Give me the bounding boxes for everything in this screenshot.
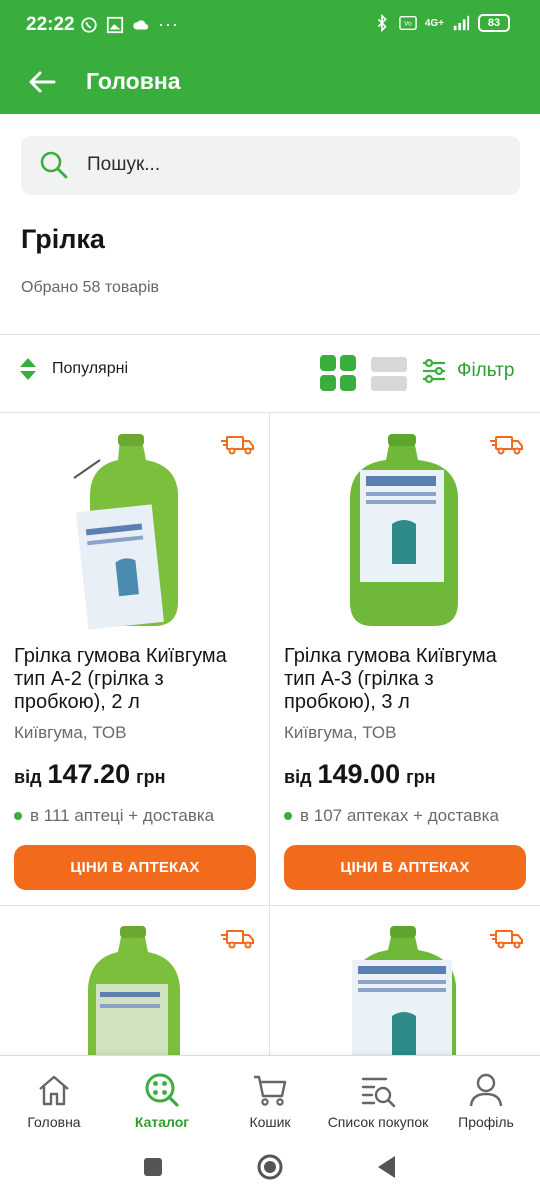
delivery-truck-icon bbox=[221, 436, 254, 455]
filter-label: Фільтр bbox=[457, 360, 515, 381]
nav-label: Головна bbox=[27, 1114, 81, 1130]
price-currency: грн bbox=[136, 767, 166, 787]
product-image[interactable] bbox=[70, 432, 200, 632]
delivery-truck-icon bbox=[221, 930, 254, 949]
price-prefix: від bbox=[284, 767, 312, 787]
nav-label: Каталог bbox=[134, 1114, 190, 1130]
nav-cart[interactable]: Кошик bbox=[240, 1070, 300, 1130]
back-triangle-icon[interactable] bbox=[375, 1154, 399, 1180]
nav-home[interactable]: Головна bbox=[22, 1070, 86, 1130]
profile-icon bbox=[469, 1073, 503, 1107]
nav-catalog[interactable]: Каталог bbox=[128, 1070, 196, 1130]
home-circle-icon[interactable] bbox=[256, 1153, 284, 1181]
image-icon bbox=[106, 16, 124, 33]
product-name[interactable]: Грілка гумова Київгума тип А-2 (грілка з… bbox=[14, 645, 254, 714]
product-count: Обрано 58 товарів bbox=[21, 279, 160, 296]
product-price: від 149.00 грн bbox=[284, 759, 435, 790]
back-arrow-icon[interactable] bbox=[24, 64, 60, 100]
nav-shopping-list[interactable]: Список покупок bbox=[322, 1070, 434, 1130]
search-input[interactable] bbox=[87, 148, 487, 182]
delivery-truck-icon bbox=[490, 436, 523, 455]
nav-label: Кошик bbox=[249, 1114, 291, 1130]
sort-icon bbox=[20, 358, 36, 380]
availability-dot bbox=[284, 812, 292, 820]
availability-dot bbox=[14, 812, 22, 820]
cart-icon bbox=[254, 1075, 287, 1106]
product-maker: Київгума, ТОВ bbox=[284, 723, 397, 742]
availability-text: в 107 аптеках + доставка bbox=[300, 806, 499, 825]
nav-label: Профіль bbox=[458, 1114, 514, 1130]
catalog-icon bbox=[145, 1073, 179, 1107]
viber-icon bbox=[81, 16, 97, 33]
product-name[interactable]: Грілка гумова Київгума тип А-3 (грілка з… bbox=[284, 645, 524, 714]
availability: в 111 аптеці + доставка bbox=[14, 806, 214, 826]
home-icon bbox=[39, 1075, 69, 1106]
grid-view-icon[interactable] bbox=[320, 355, 356, 391]
system-nav-bar bbox=[0, 1140, 540, 1200]
nav-profile[interactable]: Профіль bbox=[452, 1070, 520, 1130]
price-currency: грн bbox=[406, 767, 436, 787]
battery-icon: 83 bbox=[478, 14, 510, 32]
product-image[interactable] bbox=[70, 926, 200, 1055]
page-title: Грілка bbox=[21, 224, 105, 254]
product-card[interactable]: Грілка гумова Київгума тип А-2 (грілка з… bbox=[0, 412, 269, 905]
bluetooth-icon bbox=[377, 14, 387, 32]
divider bbox=[0, 334, 540, 335]
status-bar: 22:22 ··· Vo 4G+ 83 bbox=[0, 0, 540, 50]
svg-text:Vo: Vo bbox=[404, 21, 412, 28]
price-value: 149.00 bbox=[317, 759, 401, 789]
filter-sliders-icon bbox=[423, 358, 445, 384]
status-left-icons: ··· bbox=[80, 14, 179, 35]
nav-label: Список покупок bbox=[327, 1114, 429, 1130]
signal-icon bbox=[453, 15, 470, 31]
app-bar-title: Головна bbox=[86, 68, 181, 94]
sort-button[interactable]: Популярні bbox=[18, 356, 128, 382]
search-bar[interactable] bbox=[21, 136, 520, 195]
status-time: 22:22 bbox=[26, 14, 75, 35]
product-image[interactable] bbox=[338, 432, 468, 632]
status-right-icons: Vo 4G+ 83 bbox=[373, 14, 510, 32]
list-view-icon[interactable] bbox=[371, 357, 407, 391]
sort-label: Популярні bbox=[52, 360, 128, 377]
price-prefix: від bbox=[14, 767, 42, 787]
product-price: від 147.20 грн bbox=[14, 759, 165, 790]
filter-button[interactable]: Фільтр bbox=[421, 358, 514, 384]
availability-text: в 111 аптеці + доставка bbox=[30, 806, 215, 825]
prices-in-pharmacies-button[interactable]: ЦІНИ В АПТЕКАХ bbox=[14, 845, 256, 890]
shopping-list-icon bbox=[361, 1077, 396, 1108]
app-bar: Головна bbox=[0, 50, 540, 114]
product-card[interactable] bbox=[270, 906, 539, 1055]
more-dots-icon: ··· bbox=[158, 14, 179, 34]
volte-icon: Vo bbox=[398, 15, 417, 31]
recent-apps-icon[interactable] bbox=[142, 1156, 164, 1178]
product-card[interactable]: Грілка гумова Київгума тип А-3 (грілка з… bbox=[270, 412, 539, 905]
product-image[interactable] bbox=[338, 926, 468, 1055]
availability: в 107 аптеках + доставка bbox=[284, 806, 499, 826]
network-type: 4G+ bbox=[424, 17, 444, 29]
cloud-icon bbox=[133, 19, 149, 29]
product-maker: Київгума, ТОВ bbox=[14, 723, 127, 742]
prices-in-pharmacies-button[interactable]: ЦІНИ В АПТЕКАХ bbox=[284, 845, 526, 890]
price-value: 147.20 bbox=[47, 759, 131, 789]
delivery-truck-icon bbox=[490, 930, 523, 949]
search-icon bbox=[40, 151, 68, 179]
bottom-nav: Головна Каталог Кошик Список покупок Про… bbox=[0, 1055, 540, 1140]
product-card[interactable] bbox=[0, 906, 269, 1055]
